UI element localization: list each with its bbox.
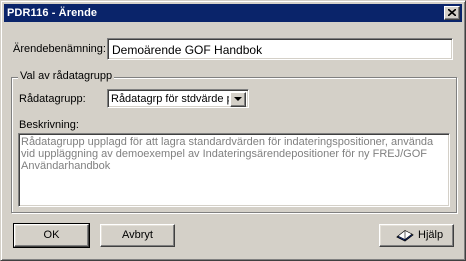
dialog-window: PDR116 - Ärende Ärendebenämning: Demoäre…: [0, 0, 466, 261]
ok-button[interactable]: OK: [13, 223, 90, 248]
help-button-label: Hjälp: [418, 229, 444, 241]
groupbox-title: Val av rådatagrupp: [18, 70, 115, 83]
chevron-down-icon: [234, 97, 242, 101]
radatagrupp-label: Rådatagrupp:: [19, 93, 86, 105]
description-label: Beskrivning:: [19, 119, 79, 131]
dropdown-button[interactable]: [230, 92, 246, 107]
close-button[interactable]: [444, 6, 460, 20]
title-bar[interactable]: PDR116 - Ärende: [4, 4, 462, 22]
name-label: Ärendebenämning:: [13, 43, 106, 55]
radatagrupp-select[interactable]: Rådatagrp för stdvärde p: [107, 89, 249, 108]
description-textarea[interactable]: Rådatagrupp upplagd för att lagra standa…: [18, 133, 450, 207]
help-button[interactable]: Hjälp: [379, 224, 454, 247]
description-text: Rådatagrupp upplagd för att lagra standa…: [21, 136, 434, 172]
name-input-value: Demoärende GOF Handbok: [112, 43, 263, 57]
cancel-button[interactable]: Avbryt: [100, 224, 175, 247]
radatagrupp-selected-value: Rådatagrp för stdvärde p: [111, 93, 229, 105]
window-title: PDR116 - Ärende: [7, 7, 98, 19]
help-book-icon: [396, 230, 414, 242]
ok-button-label: OK: [43, 229, 60, 241]
name-input[interactable]: Demoärende GOF Handbok: [107, 38, 453, 60]
close-icon: [448, 9, 456, 16]
cancel-button-label: Avbryt: [122, 229, 153, 241]
